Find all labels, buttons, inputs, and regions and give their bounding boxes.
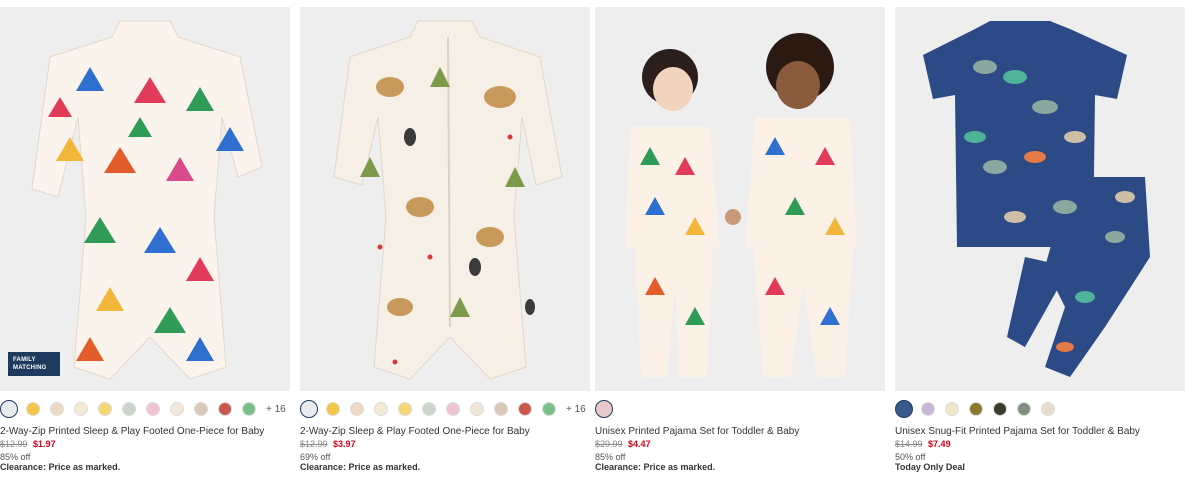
onepiece-penguin-deer-image	[333, 20, 563, 380]
color-swatches	[895, 400, 1065, 418]
more-colors-link[interactable]: + 16	[566, 404, 586, 415]
swatch[interactable]	[326, 402, 340, 416]
sale-price: $3.97	[333, 439, 356, 449]
swatch[interactable]	[422, 402, 436, 416]
swatch[interactable]	[1041, 402, 1055, 416]
original-price: $14.99	[895, 439, 923, 449]
swatch[interactable]	[350, 402, 364, 416]
swatch[interactable]	[969, 402, 983, 416]
product-card[interactable]: Unisex Snug-Fit Printed Pajama Set for T…	[895, 0, 1187, 481]
deal-note: Today Only Deal	[895, 462, 965, 472]
swatch-selected[interactable]	[0, 400, 18, 418]
product-card[interactable]: + 16 2-Way-Zip Sleep & Play Footed One-P…	[300, 0, 592, 481]
original-price: $12.99	[0, 439, 28, 449]
swatch[interactable]	[374, 402, 388, 416]
color-swatches: + 16	[0, 400, 286, 418]
swatch[interactable]	[242, 402, 256, 416]
clearance-note: Clearance: Price as marked.	[0, 462, 121, 472]
kids-pajama-set-photo	[625, 33, 857, 377]
discount-percent: 85% off	[0, 452, 31, 462]
sale-price: $7.49	[928, 439, 951, 449]
product-image[interactable]	[595, 7, 885, 391]
more-colors-link[interactable]: + 16	[266, 404, 286, 415]
price-row: $14.99 $7.49	[895, 439, 951, 449]
swatch-selected[interactable]	[895, 400, 913, 418]
swatch[interactable]	[1017, 402, 1031, 416]
product-image[interactable]	[895, 7, 1185, 391]
swatch[interactable]	[26, 402, 40, 416]
swatch[interactable]	[945, 402, 959, 416]
sale-price: $4.47	[628, 439, 651, 449]
swatch[interactable]	[98, 402, 112, 416]
price-row: $29.99 $4.47	[595, 439, 651, 449]
swatch[interactable]	[122, 402, 136, 416]
swatch[interactable]	[194, 402, 208, 416]
swatch[interactable]	[542, 402, 556, 416]
swatch[interactable]	[74, 402, 88, 416]
product-name-link[interactable]: 2-Way-Zip Printed Sleep & Play Footed On…	[0, 426, 264, 437]
swatch[interactable]	[518, 402, 532, 416]
discount-percent: 69% off	[300, 452, 331, 462]
swatch[interactable]	[50, 402, 64, 416]
original-price: $12.99	[300, 439, 328, 449]
swatch[interactable]	[398, 402, 412, 416]
swatch[interactable]	[146, 402, 160, 416]
dinosaur-pajama-set-image	[923, 21, 1150, 377]
clearance-note: Clearance: Price as marked.	[595, 462, 716, 472]
discount-percent: 85% off	[595, 452, 626, 462]
swatch[interactable]	[494, 402, 508, 416]
swatch[interactable]	[993, 402, 1007, 416]
product-image[interactable]: FAMILY MATCHING	[0, 7, 290, 391]
swatch[interactable]	[921, 402, 935, 416]
product-name-link[interactable]: 2-Way-Zip Sleep & Play Footed One-Piece …	[300, 426, 530, 437]
discount-percent: 50% off	[895, 452, 926, 462]
product-name-link[interactable]: Unisex Printed Pajama Set for Toddler & …	[595, 426, 799, 437]
swatch-selected[interactable]	[300, 400, 318, 418]
sale-price: $1.97	[33, 439, 56, 449]
product-name-link[interactable]: Unisex Snug-Fit Printed Pajama Set for T…	[895, 426, 1140, 437]
onepiece-christmas-trees-image	[31, 20, 263, 380]
price-row: $12.99 $1.97	[0, 439, 56, 449]
original-price: $29.99	[595, 439, 623, 449]
swatch[interactable]	[218, 402, 232, 416]
color-swatches	[595, 400, 621, 418]
product-card[interactable]: Unisex Printed Pajama Set for Toddler & …	[595, 0, 887, 481]
swatch-selected[interactable]	[595, 400, 613, 418]
swatch[interactable]	[470, 402, 484, 416]
swatch[interactable]	[446, 402, 460, 416]
color-swatches: + 16	[300, 400, 586, 418]
product-card[interactable]: FAMILY MATCHING + 16 2-Way-Zip Printed S…	[0, 0, 292, 481]
product-image[interactable]	[300, 7, 590, 391]
swatch[interactable]	[170, 402, 184, 416]
price-row: $12.99 $3.97	[300, 439, 356, 449]
family-matching-badge: FAMILY MATCHING	[8, 352, 60, 376]
clearance-note: Clearance: Price as marked.	[300, 462, 421, 472]
